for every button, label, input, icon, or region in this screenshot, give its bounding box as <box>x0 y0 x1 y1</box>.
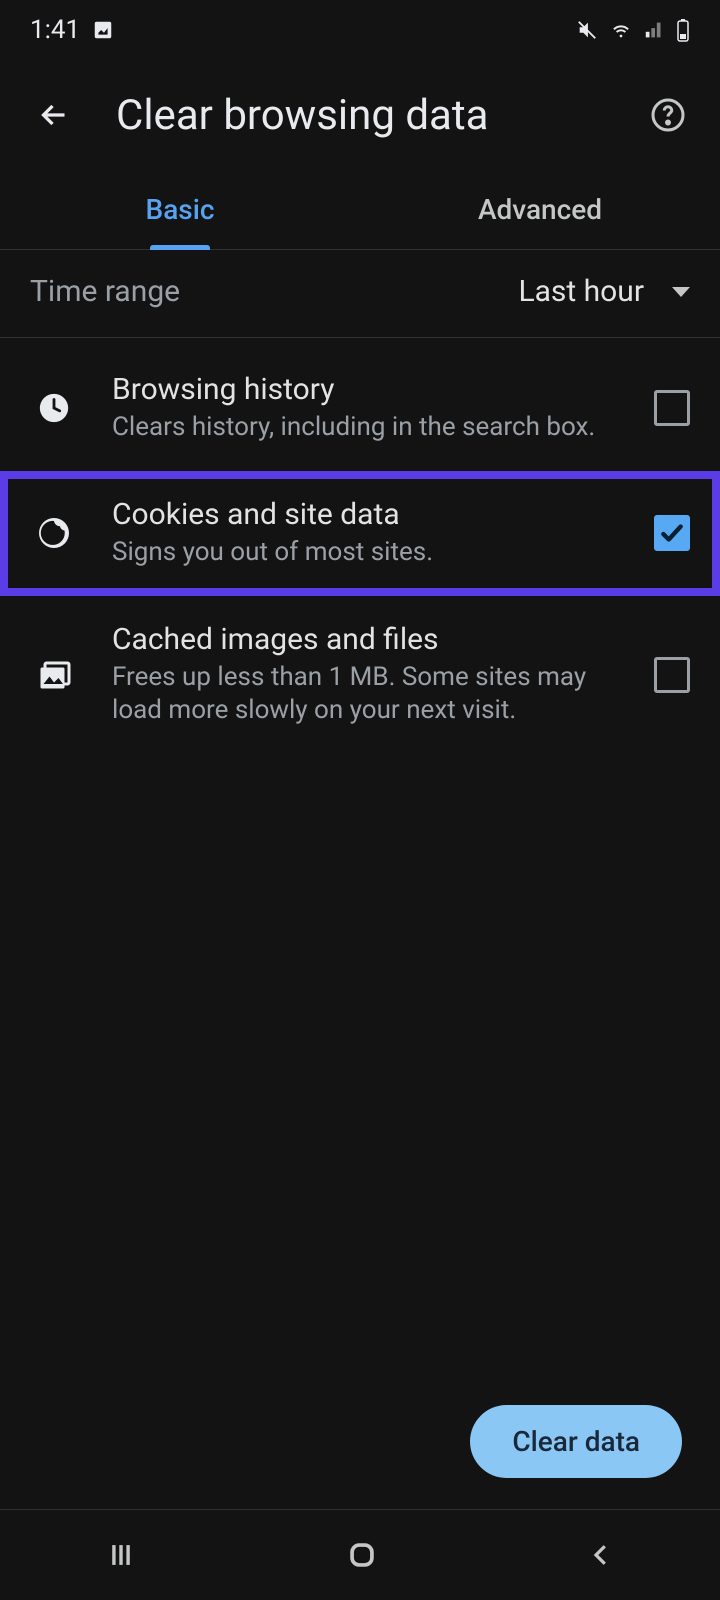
status-left: 1:41 <box>30 15 114 45</box>
system-nav-bar <box>0 1510 720 1600</box>
checkbox-browsing-history[interactable] <box>654 390 690 426</box>
battery-icon <box>676 18 690 42</box>
tab-advanced-label: Advanced <box>478 193 602 226</box>
chevron-down-icon <box>672 287 690 297</box>
item-texts: Cookies and site data Signs you out of m… <box>112 497 620 570</box>
checkbox-cached[interactable] <box>654 657 690 693</box>
clock-icon <box>30 391 78 425</box>
item-browsing-history[interactable]: Browsing history Clears history, includi… <box>0 346 720 471</box>
back-button[interactable] <box>30 91 78 139</box>
time-range-label: Time range <box>30 274 180 309</box>
item-title: Cached images and files <box>112 622 620 657</box>
item-subtitle: Frees up less than 1 MB. Some sites may … <box>112 661 620 729</box>
time-range-selector[interactable]: Last hour <box>518 274 690 309</box>
time-range-value: Last hour <box>518 274 644 309</box>
item-cached[interactable]: Cached images and files Frees up less th… <box>0 596 720 755</box>
page-title: Clear browsing data <box>116 91 488 140</box>
back-nav-button[interactable] <box>586 1540 616 1570</box>
tab-advanced[interactable]: Advanced <box>360 170 720 249</box>
item-texts: Browsing history Clears history, includi… <box>112 372 620 445</box>
status-time: 1:41 <box>30 15 80 45</box>
recents-button[interactable] <box>104 1538 138 1572</box>
images-icon <box>30 657 78 693</box>
clear-data-button[interactable]: Clear data <box>470 1405 682 1478</box>
cookie-icon <box>30 515 78 551</box>
signal-icon <box>644 19 666 41</box>
item-cookies[interactable]: Cookies and site data Signs you out of m… <box>0 471 720 596</box>
data-type-list: Browsing history Clears history, includi… <box>0 338 720 754</box>
checkbox-cookies[interactable] <box>654 515 690 551</box>
clear-data-label: Clear data <box>512 1425 640 1458</box>
tabs: Basic Advanced <box>0 170 720 250</box>
tab-basic[interactable]: Basic <box>0 170 360 249</box>
item-subtitle: Signs you out of most sites. <box>112 536 620 570</box>
home-button[interactable] <box>345 1538 379 1572</box>
time-range-row[interactable]: Time range Last hour <box>0 250 720 338</box>
status-right <box>576 18 690 42</box>
item-title: Browsing history <box>112 372 620 407</box>
item-subtitle: Clears history, including in the search … <box>112 411 620 445</box>
item-title: Cookies and site data <box>112 497 620 532</box>
header: Clear browsing data <box>0 60 720 170</box>
tab-basic-label: Basic <box>146 193 215 226</box>
help-button[interactable] <box>646 93 690 137</box>
wifi-icon <box>608 19 634 41</box>
mute-icon <box>576 19 598 41</box>
gallery-icon <box>92 19 114 41</box>
status-bar: 1:41 <box>0 0 720 60</box>
item-texts: Cached images and files Frees up less th… <box>112 622 620 729</box>
